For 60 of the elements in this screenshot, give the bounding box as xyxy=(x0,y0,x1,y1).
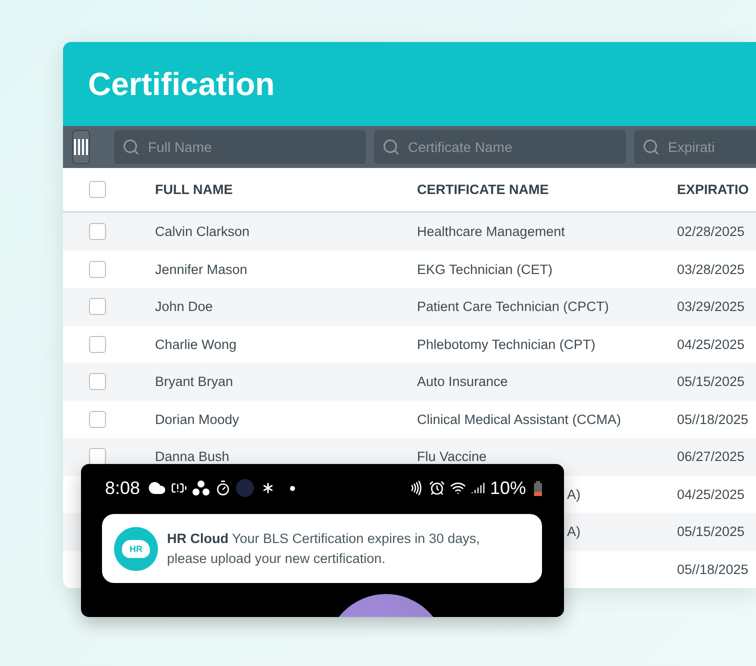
table-cell: Flu Vaccine xyxy=(417,449,487,464)
table-cell: 05/15/2025 xyxy=(677,374,745,390)
columns-icon xyxy=(73,138,89,156)
table-cell: 05//18/2025 xyxy=(677,412,748,427)
table-cell: John Doe xyxy=(155,299,213,314)
table-cell: 02/28/2025 xyxy=(677,224,745,240)
page-title: Certification xyxy=(88,66,275,102)
alarm-icon xyxy=(428,480,445,496)
table-cell: EKG Technician (CET) xyxy=(417,262,553,277)
signal-icon xyxy=(470,481,485,495)
table-cell: Bryant Bryan xyxy=(155,374,234,390)
table-cell: A) xyxy=(567,524,580,540)
filter-field[interactable]: Certificate Name xyxy=(374,130,626,164)
table-cell: Healthcare Management xyxy=(417,224,565,240)
wifi-icon xyxy=(450,480,466,496)
notification-text: HR Cloud Your BLS Certification expires in 30 days, please upload your new certification. xyxy=(167,530,481,568)
timer-icon xyxy=(215,480,232,496)
row-checkbox[interactable] xyxy=(89,336,106,353)
circle-icon xyxy=(236,479,254,497)
table-cell: Danna Bush xyxy=(155,449,230,464)
search-icon xyxy=(122,138,140,156)
table-cell: Phlebotomy Technician (CPT) xyxy=(417,336,596,352)
table-cell: 05//18/2025 xyxy=(677,562,748,577)
search-icon xyxy=(642,138,660,156)
table-cell: Patient Care Technician (CPCT) xyxy=(417,299,609,314)
battery-icon xyxy=(534,480,542,496)
app-logo: HR xyxy=(114,526,158,570)
column-header: FULL NAME xyxy=(155,182,234,197)
dot-icon xyxy=(290,486,296,490)
table-cell: A) xyxy=(567,486,580,502)
table-cell: 03/28/2025 xyxy=(677,262,745,277)
table-cell: Auto Insurance xyxy=(417,374,508,390)
status-time: 8:08 xyxy=(105,478,140,498)
table-cell: 04/25/2025 xyxy=(677,336,745,352)
row-checkbox[interactable] xyxy=(89,410,106,428)
table-cell: 05/15/2025 xyxy=(677,524,745,540)
row-checkbox[interactable] xyxy=(89,448,106,466)
battery-percent: 10% xyxy=(490,478,526,498)
row-checkbox[interactable] xyxy=(89,260,106,278)
table-cell: Calvin Clarkson xyxy=(155,224,250,240)
table-cell: Charlie Wong xyxy=(155,336,237,352)
table-cell: 03/29/2025 xyxy=(677,299,745,314)
notification-card[interactable]: HR HR Cloud Your BLS Certification expires in 30 days, please upload your new certification. xyxy=(102,514,542,583)
cloud-icon xyxy=(148,479,166,497)
table-cell: 04/25/2025 xyxy=(677,486,745,502)
row-checkbox[interactable] xyxy=(89,223,106,240)
table-cell: Dorian Moody xyxy=(155,412,240,427)
filter-field[interactable]: Full Name xyxy=(114,130,366,164)
column-header: EXPIRATIO xyxy=(677,182,750,197)
row-checkbox[interactable] xyxy=(89,373,106,390)
select-all-checkbox[interactable] xyxy=(89,181,106,198)
table-cell: Clinical Medical Assistant (CCMA) xyxy=(417,412,622,427)
table-cell: Jennifer Mason xyxy=(155,262,248,277)
dots-icon xyxy=(192,480,210,496)
table-cell: 06/27/2025 xyxy=(677,449,745,464)
filter-field[interactable]: Expirati xyxy=(634,130,756,164)
row-checkbox[interactable] xyxy=(89,298,106,316)
columns-button[interactable] xyxy=(72,130,90,164)
column-header: CERTIFICATE NAME xyxy=(417,182,550,197)
search-icon xyxy=(382,138,400,156)
